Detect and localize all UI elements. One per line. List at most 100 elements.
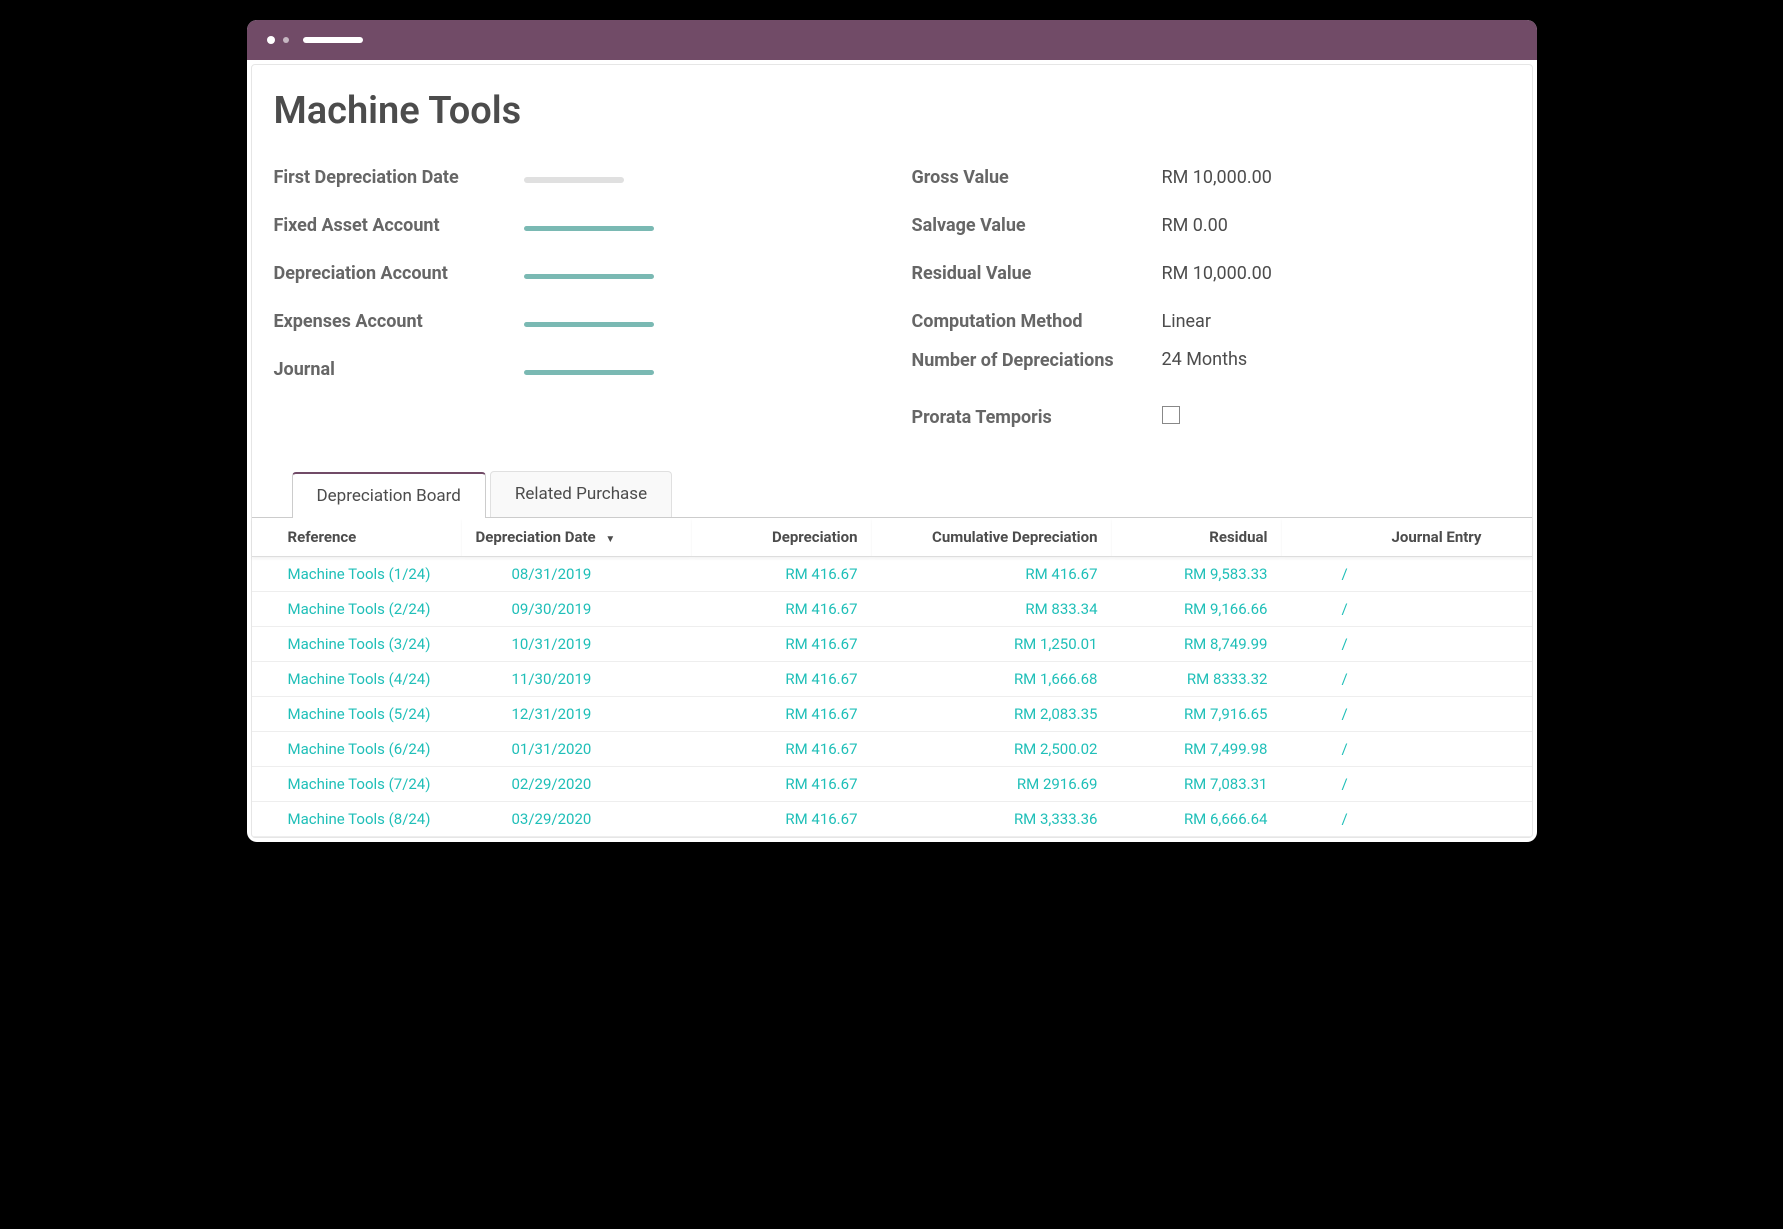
col-header-date-text: Depreciation Date — [476, 528, 596, 546]
tab-related-purchase[interactable]: Related Purchase — [490, 471, 672, 517]
cell-journal-entry[interactable]: / — [1282, 592, 1532, 627]
cell-date[interactable]: 03/29/2020 — [462, 802, 692, 837]
cell-cumulative: RM 2916.69 — [872, 767, 1112, 802]
cell-reference[interactable]: Machine Tools (2/24) — [252, 592, 462, 627]
form-columns: First Depreciation Date Fixed Asset Acco… — [274, 153, 1510, 441]
window-title-placeholder — [303, 37, 363, 43]
depreciation-board-table: Reference Depreciation Date ▼ Depreciati… — [252, 517, 1532, 837]
page-title: Machine Tools — [274, 89, 1510, 133]
field-label: Expenses Account — [274, 311, 514, 332]
field-value-redacted[interactable] — [514, 359, 654, 380]
field-value-redacted[interactable] — [514, 263, 654, 284]
col-header-residual[interactable]: Residual — [1112, 518, 1282, 557]
window-dot-icon — [267, 36, 275, 44]
cell-reference[interactable]: Machine Tools (6/24) — [252, 732, 462, 767]
table-row[interactable]: Machine Tools (6/24)01/31/2020RM 416.67R… — [252, 732, 1532, 767]
window-dot-icon — [283, 37, 289, 43]
cell-cumulative: RM 1,666.68 — [872, 662, 1112, 697]
board-table: Reference Depreciation Date ▼ Depreciati… — [252, 518, 1532, 837]
field-label: Depreciation Account — [274, 263, 514, 284]
field-label: Prorata Temporis — [912, 407, 1152, 428]
field-value-redacted[interactable] — [514, 215, 654, 236]
cell-residual: RM 7,083.31 — [1112, 767, 1282, 802]
cell-journal-entry[interactable]: / — [1282, 697, 1532, 732]
field-value[interactable]: 24 Months — [1152, 349, 1248, 370]
cell-reference[interactable]: Machine Tools (4/24) — [252, 662, 462, 697]
field-expenses-account: Expenses Account — [274, 297, 872, 345]
cell-cumulative: RM 1,250.01 — [872, 627, 1112, 662]
cell-cumulative: RM 2,500.02 — [872, 732, 1112, 767]
cell-depreciation: RM 416.67 — [692, 557, 872, 592]
table-row[interactable]: Machine Tools (7/24)02/29/2020RM 416.67R… — [252, 767, 1532, 802]
cell-reference[interactable]: Machine Tools (1/24) — [252, 557, 462, 592]
cell-depreciation: RM 416.67 — [692, 592, 872, 627]
cell-date[interactable]: 09/30/2019 — [462, 592, 692, 627]
cell-journal-entry[interactable]: / — [1282, 627, 1532, 662]
field-label: Number of Depreciations — [912, 349, 1152, 372]
cell-journal-entry[interactable]: / — [1282, 662, 1532, 697]
field-prorata-temporis: Prorata Temporis — [912, 393, 1510, 441]
cell-journal-entry[interactable]: / — [1282, 767, 1532, 802]
cell-residual: RM 8,749.99 — [1112, 627, 1282, 662]
cell-reference[interactable]: Machine Tools (7/24) — [252, 767, 462, 802]
field-computation-method: Computation Method Linear — [912, 297, 1510, 345]
cell-depreciation: RM 416.67 — [692, 732, 872, 767]
col-header-journal[interactable]: Journal Entry — [1282, 518, 1532, 557]
tab-depreciation-board[interactable]: Depreciation Board — [292, 472, 486, 518]
sort-caret-icon: ▼ — [605, 534, 615, 545]
field-label: Residual Value — [912, 263, 1152, 284]
cell-residual: RM 7,916.65 — [1112, 697, 1282, 732]
tabs-container: Depreciation Board Related Purchase Refe… — [274, 471, 1510, 837]
col-header-depreciation[interactable]: Depreciation — [692, 518, 872, 557]
window-chrome: Machine Tools First Depreciation Date Fi… — [247, 20, 1537, 842]
table-row[interactable]: Machine Tools (2/24)09/30/2019RM 416.67R… — [252, 592, 1532, 627]
cell-cumulative: RM 833.34 — [872, 592, 1112, 627]
cell-date[interactable]: 12/31/2019 — [462, 697, 692, 732]
field-first-depreciation-date: First Depreciation Date — [274, 153, 872, 201]
table-row[interactable]: Machine Tools (4/24)11/30/2019RM 416.67R… — [252, 662, 1532, 697]
cell-depreciation: RM 416.67 — [692, 802, 872, 837]
table-row[interactable]: Machine Tools (1/24)08/31/2019RM 416.67R… — [252, 557, 1532, 592]
table-row[interactable]: Machine Tools (8/24)03/29/2020RM 416.67R… — [252, 802, 1532, 837]
cell-cumulative: RM 3,333.36 — [872, 802, 1112, 837]
cell-journal-entry[interactable]: / — [1282, 557, 1532, 592]
field-fixed-asset-account: Fixed Asset Account — [274, 201, 872, 249]
cell-journal-entry[interactable]: / — [1282, 802, 1532, 837]
cell-date[interactable]: 08/31/2019 — [462, 557, 692, 592]
cell-cumulative: RM 2,083.35 — [872, 697, 1112, 732]
cell-date[interactable]: 10/31/2019 — [462, 627, 692, 662]
cell-journal-entry[interactable]: / — [1282, 732, 1532, 767]
field-label: Journal — [274, 359, 514, 380]
field-number-of-depreciations: Number of Depreciations 24 Months — [912, 345, 1510, 393]
cell-residual: RM 8333.32 — [1112, 662, 1282, 697]
cell-date[interactable]: 11/30/2019 — [462, 662, 692, 697]
table-row[interactable]: Machine Tools (3/24)10/31/2019RM 416.67R… — [252, 627, 1532, 662]
field-depreciation-account: Depreciation Account — [274, 249, 872, 297]
col-header-reference[interactable]: Reference — [252, 518, 462, 557]
tabs: Depreciation Board Related Purchase — [274, 471, 1510, 517]
table-row[interactable]: Machine Tools (5/24)12/31/2019RM 416.67R… — [252, 697, 1532, 732]
col-header-date[interactable]: Depreciation Date ▼ — [462, 518, 692, 557]
cell-date[interactable]: 02/29/2020 — [462, 767, 692, 802]
cell-reference[interactable]: Machine Tools (5/24) — [252, 697, 462, 732]
table-header-row: Reference Depreciation Date ▼ Depreciati… — [252, 518, 1532, 557]
field-label: Gross Value — [912, 167, 1152, 188]
cell-residual: RM 9,166.66 — [1112, 592, 1282, 627]
cell-depreciation: RM 416.67 — [692, 627, 872, 662]
field-journal: Journal — [274, 345, 872, 393]
cell-cumulative: RM 416.67 — [872, 557, 1112, 592]
page-content: Machine Tools First Depreciation Date Fi… — [251, 64, 1533, 838]
field-value[interactable]: Linear — [1152, 311, 1211, 332]
field-value: RM 10,000.00 — [1152, 167, 1272, 188]
cell-reference[interactable]: Machine Tools (3/24) — [252, 627, 462, 662]
cell-depreciation: RM 416.67 — [692, 697, 872, 732]
field-value-redacted[interactable] — [514, 167, 624, 188]
prorata-checkbox[interactable] — [1152, 406, 1180, 429]
cell-date[interactable]: 01/31/2020 — [462, 732, 692, 767]
col-header-cumulative[interactable]: Cumulative Depreciation — [872, 518, 1112, 557]
cell-residual: RM 6,666.64 — [1112, 802, 1282, 837]
field-value-redacted[interactable] — [514, 311, 654, 332]
field-value: RM 10,000.00 — [1152, 263, 1272, 284]
cell-reference[interactable]: Machine Tools (8/24) — [252, 802, 462, 837]
right-column: Gross Value RM 10,000.00 Salvage Value R… — [912, 153, 1510, 441]
